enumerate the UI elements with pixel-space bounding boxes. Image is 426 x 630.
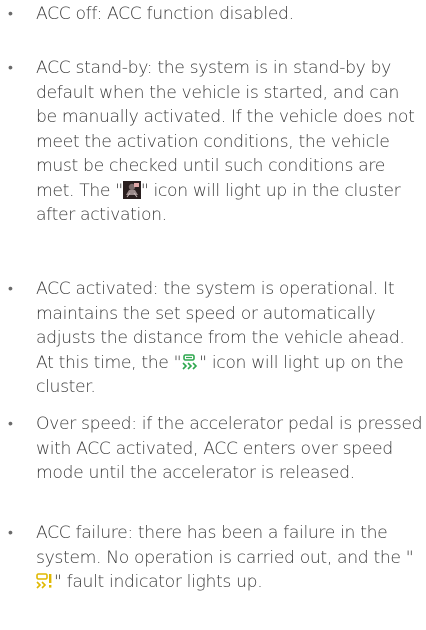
item-text-content: Over speed: if the accelerator pedal is …: [36, 414, 423, 483]
bullet: •: [8, 416, 13, 432]
item-text: ACC stand-by: the system is in stand-by …: [36, 56, 424, 228]
bullet: •: [8, 60, 13, 76]
item-text: ACC off: ACC function disabled.: [36, 2, 424, 27]
bullet: •: [8, 281, 13, 297]
acc-fault-icon: [36, 572, 54, 590]
item-text-after: " fault indicator lights up.: [54, 572, 263, 592]
item-text: ACC activated: the system is operational…: [36, 277, 424, 400]
item-text: ACC failure: there has been a failure in…: [36, 521, 424, 595]
item-text: Over speed: if the accelerator pedal is …: [36, 412, 424, 486]
item-text-before: ACC stand-by: the system is in stand-by …: [36, 58, 415, 201]
acc-activated-icon: [181, 353, 199, 371]
bullet: •: [8, 6, 13, 22]
acc-standby-icon: [122, 180, 141, 199]
item-text-content: ACC off: ACC function disabled.: [36, 4, 294, 24]
item-text-before: ACC failure: there has been a failure in…: [36, 523, 414, 568]
bullet: •: [8, 525, 13, 541]
